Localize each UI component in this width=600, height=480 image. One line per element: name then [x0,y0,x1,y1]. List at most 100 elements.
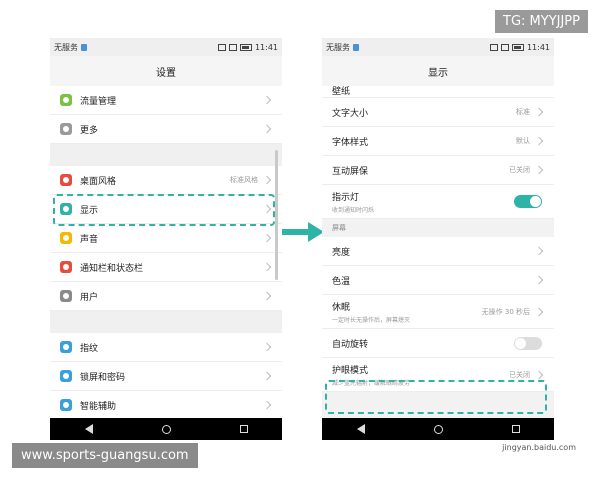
carrier-text: 无服务 [326,42,350,52]
indicator-toggle[interactable] [514,195,542,208]
chevron-right-icon [534,136,544,146]
item-label: 指纹 [80,343,99,354]
section-gap [50,144,282,166]
carrier-text: 无服务 [54,42,78,52]
sound-icon [60,232,72,244]
settings-item-sound[interactable]: 声音 [50,224,282,253]
item-label: 护眼模式 [332,365,369,376]
arrow-right-icon [282,222,324,242]
nav-bar [50,418,282,440]
item-label: 色温 [332,276,351,287]
back-icon[interactable] [84,424,93,434]
settings-item-user[interactable]: 用户 [50,282,282,311]
status-bar: 无服务 11:41 [50,38,282,56]
chevron-right-icon [534,275,544,285]
settings-screen: 无服务 11:41 设置 流量管理 更多 桌面风格 标准风格 显示 声音 通知栏… [50,38,282,440]
settings-item-color-temperature[interactable]: 色温 [322,266,554,295]
battery-icon [239,43,252,51]
item-label: 休眠 [332,302,351,313]
home-icon[interactable] [161,424,171,434]
settings-item-font-style[interactable]: 字体样式 默认 [322,127,554,156]
chevron-right-icon [262,291,272,301]
user-icon [60,290,72,302]
auto-rotate-toggle[interactable] [514,336,542,350]
settings-item-more[interactable]: 更多 [50,115,282,144]
settings-list-top: 流量管理 更多 [50,86,282,144]
chevron-right-icon [262,124,272,134]
item-label: 自动旋转 [332,339,369,350]
vibrate-icon [228,43,237,51]
nfc-icon [489,43,498,51]
recents-icon[interactable] [511,425,520,433]
settings-item-sleep[interactable]: 休眠 一定时长无操作后，屏幕熄灭 无操作 30 秒后 [322,295,554,329]
chevron-right-icon [534,370,544,379]
chevron-right-icon [262,233,272,243]
settings-item-fingerprint[interactable]: 指纹 [50,333,282,362]
section-gap [50,311,282,333]
settings-item-lock[interactable]: 锁屏和密码 [50,362,282,391]
settings-list-mid: 桌面风格 标准风格 显示 声音 通知栏和状态栏 用户 [50,166,282,311]
status-bar: 无服务 11:41 [322,38,554,56]
item-label: 亮度 [332,247,351,258]
item-label: 通知栏和状态栏 [80,263,144,274]
clock-text: 11:41 [526,42,550,52]
settings-item-interactive-screensaver[interactable]: 互动屏保 已关闭 [322,156,554,185]
settings-item-data-usage[interactable]: 流量管理 [50,86,282,115]
chevron-right-icon [534,165,544,175]
lock-icon [60,370,72,382]
settings-item-font-size[interactable]: 文字大小 标准 [322,98,554,127]
item-value: 无操作 30 秒后 [481,307,530,316]
battery-icon [511,43,524,51]
back-icon[interactable] [356,424,365,434]
notification-icon [60,261,72,273]
chevron-right-icon [534,246,544,256]
item-subtitle: 一定时长无操作后，屏幕熄灭 [332,316,411,324]
fingerprint-icon [60,341,72,353]
section-header-screen: 屏幕 [322,219,554,237]
sim-icon [353,43,359,51]
scrollbar[interactable] [275,150,278,280]
chevron-right-icon [262,371,272,381]
highlight-eye-comfort [325,380,547,414]
sim-icon [81,43,87,51]
chevron-right-icon [262,95,272,105]
item-value: 已关闭 [509,166,530,174]
display-settings-screen: 无服务 11:41 显示 壁纸 文字大小 标准 字体样式 默认 互动屏保 已关闭 [322,38,554,440]
item-subtitle: 收到通知时闪烁 [332,206,375,214]
settings-item-home-style[interactable]: 桌面风格 标准风格 [50,166,282,195]
baidu-watermark: jingyan.baidu.com [500,443,578,452]
item-label: 用户 [80,292,99,303]
home-style-icon [60,174,72,186]
vibrate-icon [500,43,509,51]
chevron-right-icon [262,262,272,272]
recents-icon[interactable] [239,425,248,433]
settings-list-bottom: 指纹 锁屏和密码 智能辅助 [50,333,282,420]
nav-bar [322,418,554,440]
settings-item-auto-rotate[interactable]: 自动旋转 [322,329,554,358]
item-label: 字体样式 [332,137,369,148]
item-label: 锁屏和密码 [80,372,126,383]
item-label: 更多 [80,125,99,136]
highlight-display [53,194,275,226]
chevron-right-icon [534,307,544,316]
display-list: 壁纸 文字大小 标准 字体样式 默认 互动屏保 已关闭 指示灯 收到通知时闪烁 [322,86,554,219]
chevron-right-icon [262,175,272,185]
item-label: 智能辅助 [80,401,117,412]
data-usage-icon [60,94,72,106]
page-title: 设置 [50,56,282,86]
settings-item-indicator[interactable]: 指示灯 收到通知时闪烁 [322,185,554,219]
chevron-right-icon [262,342,272,352]
settings-item-notification[interactable]: 通知栏和状态栏 [50,253,282,282]
more-icon [60,123,72,135]
item-label: 桌面风格 [80,176,117,187]
chevron-right-icon [262,400,272,410]
item-value: 已关闭 [509,370,530,379]
settings-item-brightness[interactable]: 亮度 [322,237,554,266]
item-label: 壁纸 [332,87,351,97]
home-icon[interactable] [433,424,443,434]
screen-list: 亮度 色温 休眠 一定时长无操作后，屏幕熄灭 无操作 30 秒后 自动旋转 护眼… [322,237,554,392]
settings-item-wallpaper[interactable]: 壁纸 [322,86,554,98]
settings-item-assist[interactable]: 智能辅助 [50,391,282,420]
chevron-right-icon [534,107,544,117]
page-title: 显示 [322,56,554,86]
